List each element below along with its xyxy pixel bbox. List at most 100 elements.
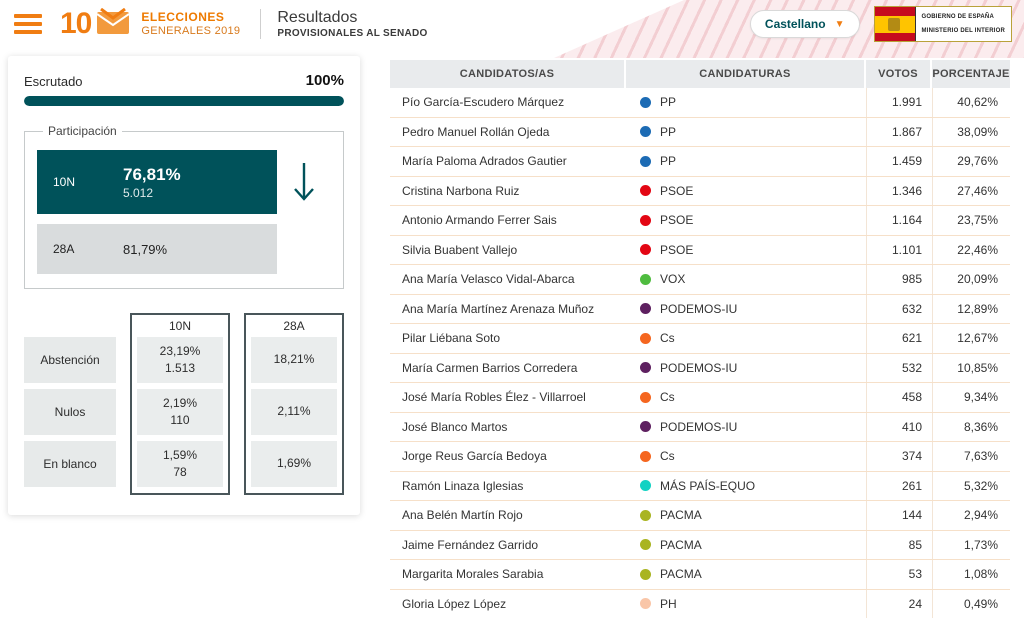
logo-text: ELECCIONES GENERALES 2019 (141, 9, 240, 37)
votes-value: 532 (866, 353, 932, 382)
stats-10n-enblanco-count: 78 (173, 465, 187, 479)
party-color-dot-icon (640, 362, 651, 374)
percentage-value: 12,89% (932, 294, 1010, 323)
candidate-name: Pilar Liébana Soto (402, 331, 501, 346)
votes-value: 144 (866, 501, 932, 530)
votes-value: 632 (866, 294, 932, 323)
votes-value: 261 (866, 471, 932, 500)
table-row: Jorge Reus García Bedoya Cs 374 7,63% (390, 442, 1010, 472)
language-selector-label: Castellano (764, 17, 826, 31)
votes-value: 458 (866, 383, 932, 412)
party-color-dot-icon (640, 450, 651, 462)
stats-column-28a-header: 28A (283, 319, 305, 333)
stats-28a-nulos: 2,11% (251, 389, 337, 435)
header-candidaturas: CANDIDATURAS (626, 60, 864, 88)
party-color-dot-icon (640, 303, 651, 315)
stats-label-enblanco: En blanco (24, 441, 116, 487)
candidature-cell: PACMA (626, 531, 866, 560)
votes-value: 1.991 (866, 88, 932, 117)
header-divider (260, 9, 262, 39)
stats-column-28a: 28A 18,21% 2,11% 1,69% (244, 313, 344, 495)
participation-row-10n: 10N 76,81% 5.012 (37, 150, 331, 214)
header-candidatos: CANDIDATOS/AS (390, 60, 624, 88)
candidature-cell: PSOE (626, 177, 866, 206)
party-name: PODEMOS-IU (660, 301, 738, 316)
party-name: PODEMOS-IU (660, 419, 738, 434)
candidate-name: José Blanco Martos (402, 419, 508, 434)
gov-line2: MINISTERIO DEL INTERIOR (921, 28, 1005, 34)
table-row: Gloria López López PH 24 0,49% (390, 589, 1010, 618)
stats-10n-abstencion-count: 1.513 (164, 361, 196, 375)
language-selector-button[interactable]: Castellano ▼ (749, 10, 860, 38)
candidature-cell: PACMA (626, 501, 866, 530)
government-logo-text: GOBIERNO DE ESPAÑA MINISTERIO DEL INTERI… (914, 7, 1011, 41)
votes-value: 374 (866, 442, 932, 471)
stats-28a-nulos-pct: 2,11% (277, 404, 311, 419)
stats-10n-nulos-pct: 2,19% (162, 395, 198, 410)
percentage-value: 23,75% (932, 206, 1010, 235)
logo-line1: ELECCIONES (141, 9, 225, 24)
table-row: Ana María Martínez Arenaza Muñoz PODEMOS… (390, 294, 1010, 324)
percentage-value: 29,76% (932, 147, 1010, 176)
party-name: VOX (660, 272, 686, 287)
party-name: PACMA (660, 567, 702, 582)
candidate-name: María Paloma Adrados Gautier (402, 154, 567, 169)
stats-label-nulos: Nulos (24, 389, 116, 435)
candidature-cell: PODEMOS-IU (626, 354, 866, 383)
stats-10n-enblanco-pct: 1,59% (162, 447, 198, 462)
participacion-label: Participación (48, 124, 117, 138)
page-title: Resultados (277, 9, 358, 27)
party-color-dot-icon (640, 568, 651, 580)
candidature-cell: MÁS PAÍS-EQUO (626, 472, 866, 501)
percentage-value: 8,36% (932, 412, 1010, 441)
votes-value: 410 (866, 412, 932, 441)
candidate-name: Jaime Fernández Garrido (402, 537, 539, 552)
party-name: Cs (660, 449, 675, 464)
escrutado-progress-fill (24, 96, 344, 106)
candidature-cell: PSOE (626, 236, 866, 265)
party-color-dot-icon (640, 598, 651, 610)
candidate-name: Silvia Buabent Vallejo (402, 242, 518, 257)
party-name: PSOE (660, 213, 694, 228)
stats-label-column: Abstención Nulos En blanco (24, 313, 116, 495)
escrutado-row: Escrutado 100% (24, 72, 344, 89)
percentage-value: 27,46% (932, 176, 1010, 205)
percentage-value: 40,62% (932, 88, 1010, 117)
participation-28a-label: 28A (53, 242, 75, 256)
stats-column-10n: 10N 23,19% 1.513 2,19% 110 1,59% 78 (130, 313, 230, 495)
party-name: PSOE (660, 242, 694, 257)
stats-28a-abstencion: 18,21% (251, 337, 337, 383)
party-name: PSOE (660, 183, 694, 198)
party-color-dot-icon (640, 480, 651, 492)
chevron-down-icon: ▼ (834, 18, 845, 30)
stats-label-abstencion: Abstención (24, 337, 116, 383)
candidate-name: José María Robles Élez - Villarroel (402, 390, 586, 405)
header-porcentaje: PORCENTAJE (932, 60, 1010, 88)
results-table-body: Pío García-Escudero Márquez PP 1.991 40,… (390, 88, 1010, 618)
table-row: Cristina Narbona Ruiz PSOE 1.346 27,46% (390, 176, 1010, 206)
party-color-dot-icon (640, 273, 651, 285)
votes-value: 621 (866, 324, 932, 353)
percentage-value: 10,85% (932, 353, 1010, 382)
participation-10n-label: 10N (53, 175, 76, 189)
candidature-cell: PSOE (626, 206, 866, 235)
party-color-dot-icon (640, 155, 651, 167)
party-name: PACMA (660, 537, 702, 552)
candidature-cell: PODEMOS-IU (626, 295, 866, 324)
hamburger-menu-icon[interactable] (14, 10, 42, 38)
table-row: Pedro Manuel Rollán Ojeda PP 1.867 38,09… (390, 117, 1010, 147)
party-color-dot-icon (640, 332, 651, 344)
elections-logo: 10 ELECCIONES GENERALES 2019 (60, 7, 240, 41)
table-row: María Paloma Adrados Gautier PP 1.459 29… (390, 147, 1010, 177)
stats-28a-enblanco-pct: 1,69% (276, 456, 312, 471)
party-color-dot-icon (640, 509, 651, 521)
percentage-value: 1,73% (932, 530, 1010, 559)
percentage-value: 5,32% (932, 471, 1010, 500)
party-name: PODEMOS-IU (660, 360, 738, 375)
percentage-value: 20,09% (932, 265, 1010, 294)
escrutado-value: 100% (305, 72, 344, 89)
party-name: PACMA (660, 508, 702, 523)
stats-column-10n-header: 10N (168, 319, 191, 333)
stats-28a-enblanco: 1,69% (251, 441, 337, 487)
candidature-cell: PP (626, 147, 866, 176)
